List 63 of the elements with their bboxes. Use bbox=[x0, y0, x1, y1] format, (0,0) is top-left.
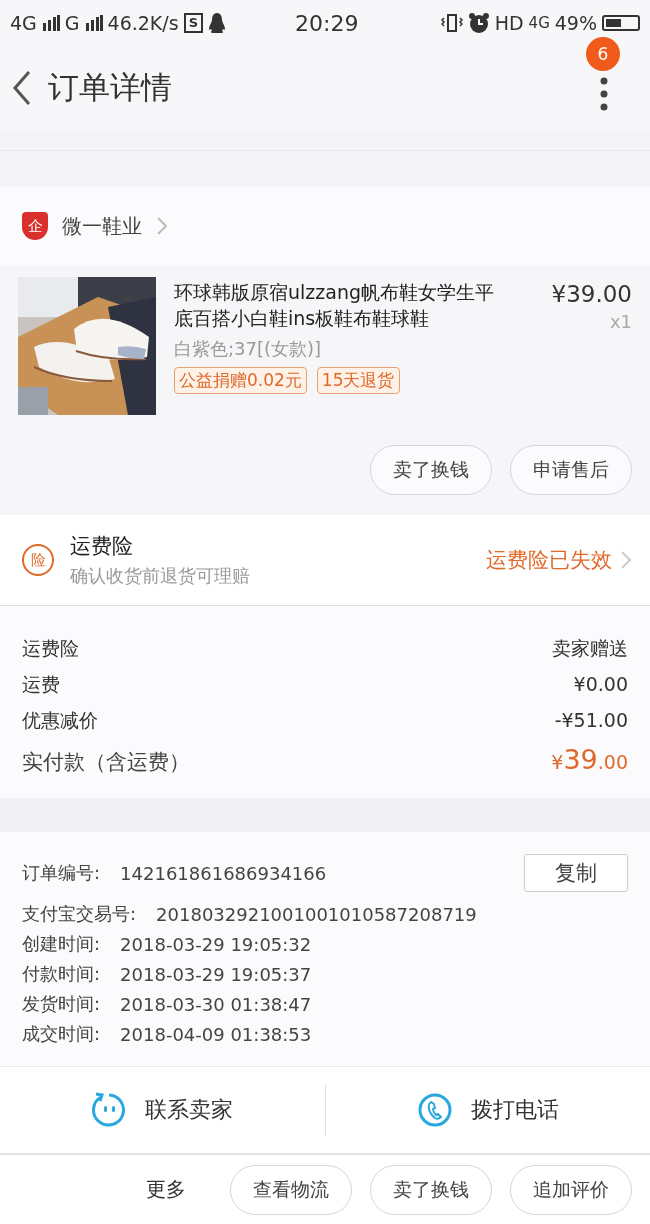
action-button[interactable]: 追加评价 bbox=[510, 1164, 632, 1215]
insurance-icon: 险 bbox=[22, 544, 54, 576]
signal-icon bbox=[84, 15, 103, 31]
penguin-icon bbox=[208, 12, 226, 34]
info-value: 2018-03-29 19:05:37 bbox=[120, 963, 312, 985]
shop-link[interactable]: 企 微一鞋业 bbox=[0, 187, 650, 265]
info-value: 142161861686934166 bbox=[120, 862, 327, 884]
contact-button[interactable]: 拨打电话 bbox=[324, 1084, 650, 1136]
page-title: 订单详情 bbox=[48, 68, 172, 107]
promo-tag: 15天退货 bbox=[316, 367, 400, 394]
network-speed: 46.2K/s bbox=[107, 12, 179, 34]
info-label: 创建时间: bbox=[22, 932, 101, 956]
fee-value: 卖家赠送 bbox=[552, 636, 628, 661]
signal-icon bbox=[41, 15, 60, 31]
insurance-title: 运费险 bbox=[70, 533, 134, 560]
hd-label: HD bbox=[494, 12, 524, 34]
info-value: 2018-03-30 01:38:47 bbox=[120, 993, 312, 1015]
chevron-icon bbox=[620, 550, 632, 570]
copy-button[interactable]: 复制 bbox=[524, 854, 628, 892]
vibrate-icon bbox=[440, 13, 463, 33]
network-label: G bbox=[64, 12, 80, 34]
info-value: 2018-04-09 01:38:53 bbox=[120, 1023, 312, 1045]
contact-button[interactable]: 联系卖家 bbox=[0, 1084, 325, 1136]
notification-badge: 6 bbox=[586, 37, 620, 71]
alarm-icon bbox=[467, 12, 490, 34]
fee-value: ¥0.00 bbox=[573, 673, 628, 695]
chevron-icon bbox=[156, 216, 168, 236]
total-amount: ¥39.00 bbox=[551, 744, 628, 775]
info-label: 成交时间: bbox=[22, 1022, 101, 1046]
action-button[interactable]: 申请售后 bbox=[510, 445, 632, 495]
fee-label: 运费险 bbox=[22, 636, 79, 661]
action-button[interactable]: 卖了换钱 bbox=[370, 1164, 492, 1215]
chat-face-icon bbox=[91, 1092, 128, 1128]
product-variant: 白紫色;37[(女款)] bbox=[174, 337, 323, 361]
fee-label: 运费 bbox=[22, 672, 60, 697]
back-icon bbox=[12, 70, 32, 106]
network-label: 4G bbox=[528, 14, 550, 32]
product-quantity: x1 bbox=[609, 311, 632, 332]
more-icon bbox=[600, 77, 608, 111]
action-button[interactable]: 卖了换钱 bbox=[370, 445, 492, 495]
product-price: ¥39.00 bbox=[551, 280, 632, 307]
network-label: 4G bbox=[10, 12, 37, 34]
action-button[interactable]: 查看物流 bbox=[230, 1164, 352, 1215]
info-label: 订单编号: bbox=[22, 861, 101, 885]
info-value: 2018032921001001010587208719 bbox=[156, 903, 477, 925]
battery-icon bbox=[602, 15, 640, 31]
info-label: 发货时间: bbox=[22, 992, 101, 1016]
insurance-subtitle: 确认收货前退货可理赔 bbox=[70, 564, 250, 588]
more-link[interactable]: 更多 bbox=[140, 1175, 192, 1204]
shop-shield-icon: 企 bbox=[22, 212, 48, 240]
battery-percent: 49% bbox=[554, 12, 597, 34]
product-title: 环球韩版原宿ulzzang帆布鞋女学生平底百搭小白鞋ins板鞋布鞋球鞋 bbox=[174, 280, 494, 331]
fee-value: -¥51.00 bbox=[554, 709, 628, 731]
info-label: 付款时间: bbox=[22, 962, 101, 986]
phone-icon bbox=[416, 1092, 453, 1128]
fee-label: 优惠减价 bbox=[22, 708, 98, 733]
total-label: 实付款（含运费） bbox=[22, 749, 190, 776]
clock-time: 20:29 bbox=[295, 10, 359, 36]
info-value: 2018-03-29 19:05:32 bbox=[120, 933, 312, 955]
info-label: 支付宝交易号: bbox=[22, 902, 137, 926]
app-notification-icon: S bbox=[183, 13, 203, 33]
shop-name: 微一鞋业 bbox=[62, 212, 142, 240]
promo-tag: 公益捐赠0.02元 bbox=[174, 367, 307, 394]
